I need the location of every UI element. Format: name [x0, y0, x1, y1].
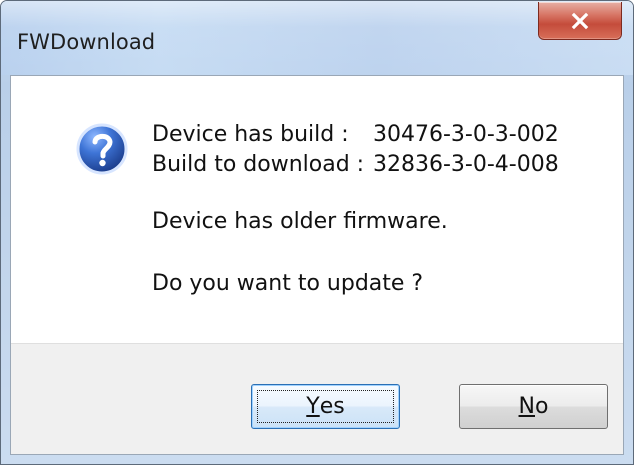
dialog-window: FWDownload Device has build : 30476-3-0-… [0, 0, 634, 465]
question-icon [76, 123, 128, 175]
device-build-row: Device has build : 30476-3-0-3-002 [152, 120, 582, 150]
window-title: FWDownload [17, 30, 156, 54]
update-question: Do you want to update ? [152, 271, 424, 296]
button-bar: Yes No [11, 343, 623, 454]
dialog-content: Device has build : 30476-3-0-3-002 Build… [10, 75, 624, 455]
no-label-rest: o [535, 394, 549, 419]
download-build-label: Build to download : [152, 152, 365, 177]
download-build-value: 32836-3-0-4-008 [373, 152, 559, 177]
firmware-status: Device has older firmware. [152, 209, 448, 234]
build-info: Device has build : 30476-3-0-3-002 Build… [152, 120, 582, 180]
no-accelerator: N [518, 394, 535, 419]
yes-button[interactable]: Yes [251, 384, 400, 429]
yes-accelerator: Y [306, 394, 320, 419]
device-build-value: 30476-3-0-3-002 [373, 122, 559, 147]
close-button[interactable] [538, 2, 622, 40]
titlebar[interactable]: FWDownload [1, 1, 633, 75]
yes-label-rest: es [319, 394, 345, 419]
download-build-row: Build to download : 32836-3-0-4-008 [152, 150, 582, 180]
device-build-label: Device has build : [152, 122, 349, 147]
no-button[interactable]: No [459, 384, 608, 429]
close-icon [571, 12, 589, 29]
